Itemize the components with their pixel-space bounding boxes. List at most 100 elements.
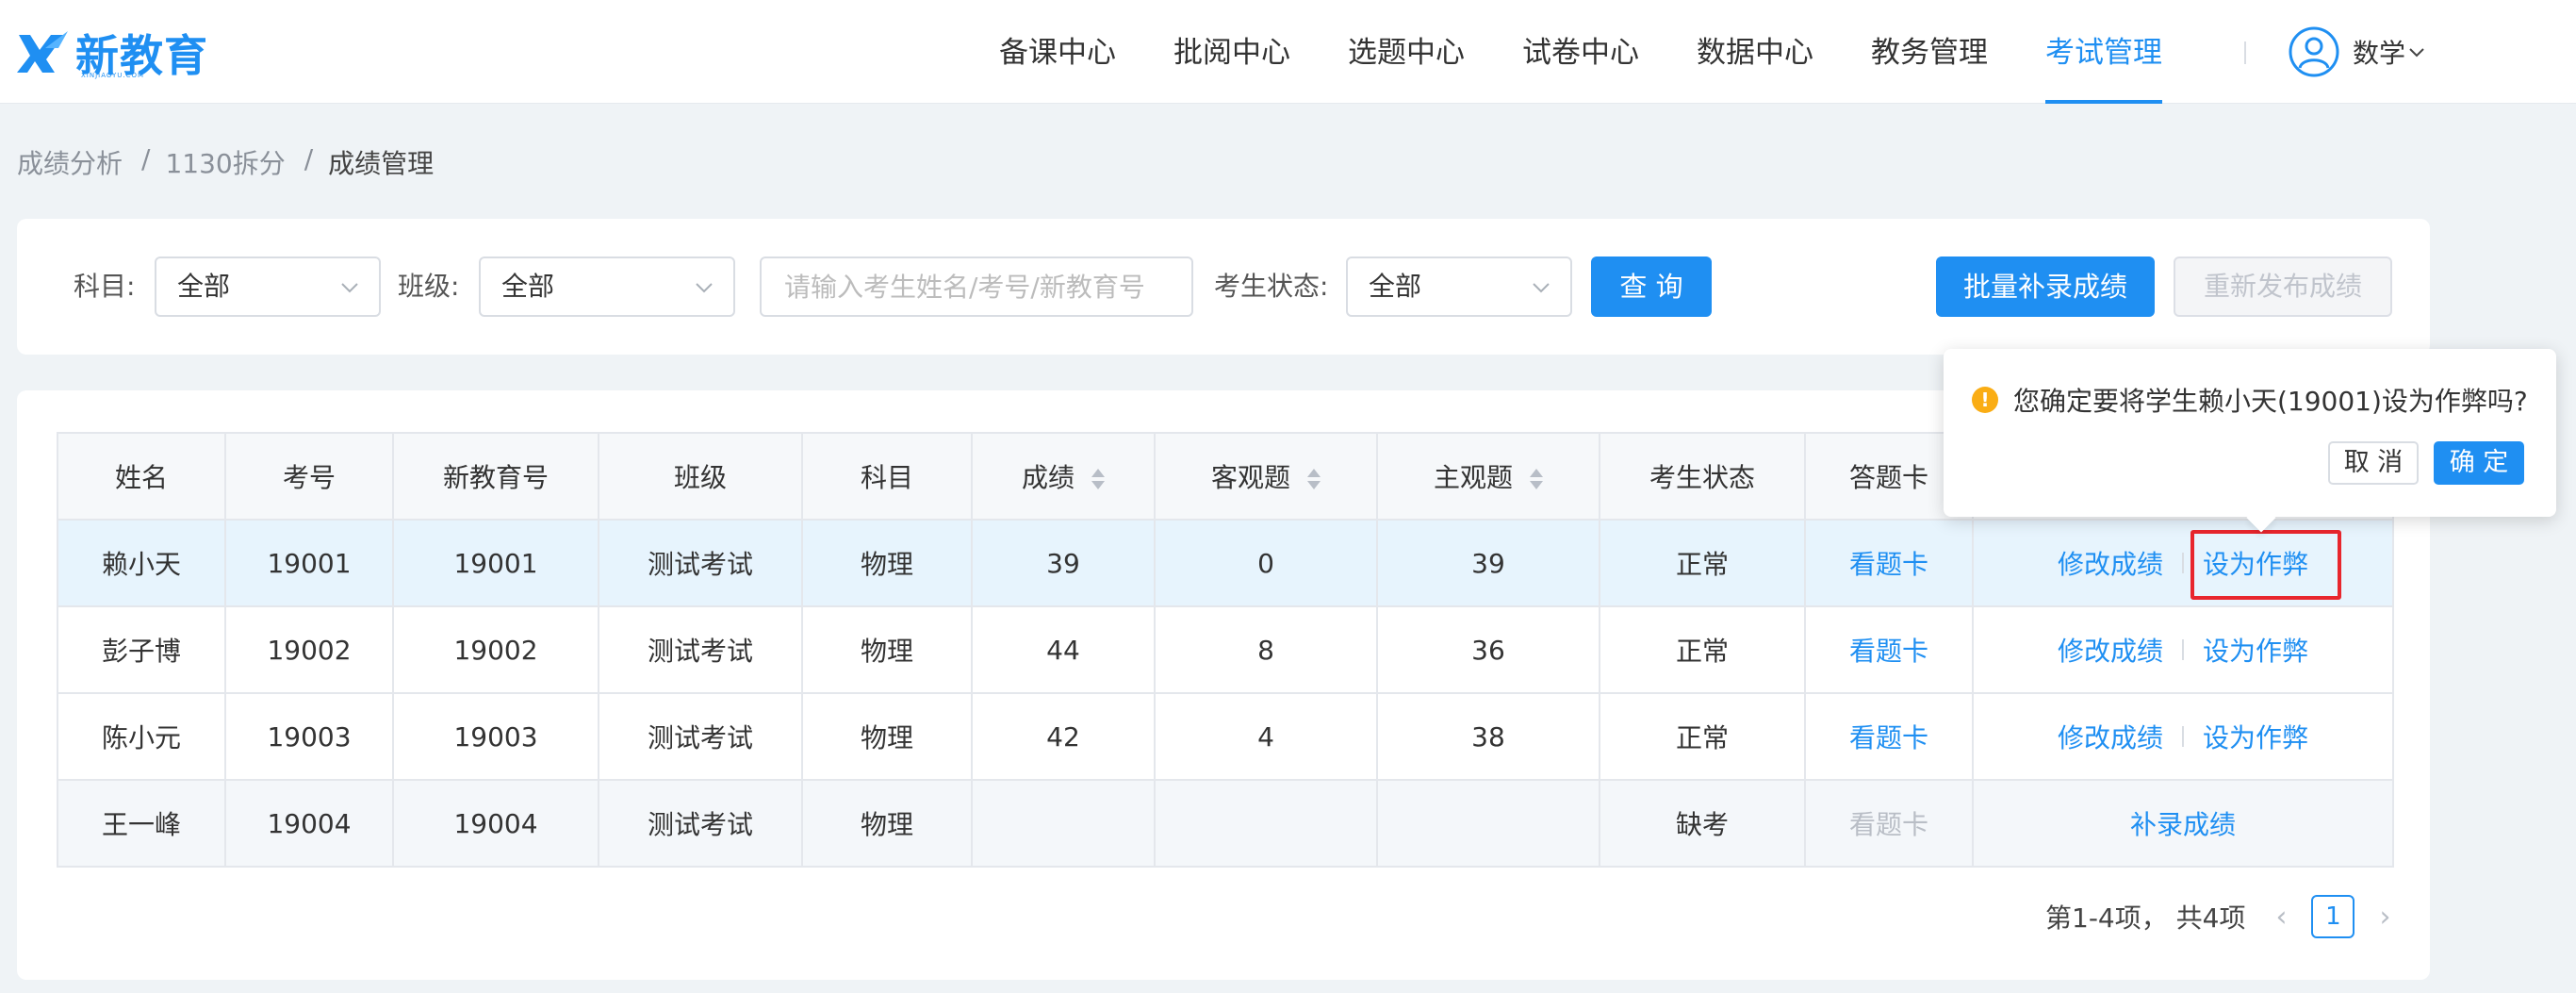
status-filter-label: 考生状态: bbox=[1214, 271, 1329, 302]
table-row: 王一峰 19004 19004 测试考试 物理 缺考 看题卡 补录成绩 bbox=[57, 779, 2394, 868]
cell-status: 正常 bbox=[1599, 692, 1806, 781]
nav-item-lesson-prep[interactable]: 备课中心 bbox=[999, 0, 1116, 104]
cell-name: 赖小天 bbox=[57, 519, 226, 607]
cell-objective: 0 bbox=[1154, 519, 1378, 607]
query-button[interactable]: 查 询 bbox=[1591, 257, 1712, 317]
confirm-message-row: ! 您确定要将学生赖小天(19001)设为作弊吗? bbox=[1972, 381, 2528, 419]
row-actions: 修改成绩 设为作弊 bbox=[1974, 631, 2392, 669]
class-select-value: 全部 bbox=[501, 271, 555, 302]
cell-answer-card: 看题卡 bbox=[1804, 519, 1974, 607]
nav-item-exam-management[interactable]: 考试管理 bbox=[2045, 0, 2162, 104]
cell-actions: 补录成绩 bbox=[1972, 779, 2394, 868]
class-select[interactable]: 全部 bbox=[479, 257, 735, 317]
warning-icon: ! bbox=[1972, 387, 1998, 413]
sort-icon[interactable] bbox=[1530, 467, 1543, 491]
cell-score: 44 bbox=[971, 605, 1156, 694]
header-subject: 科目 bbox=[801, 432, 973, 521]
cell-name: 王一峰 bbox=[57, 779, 226, 868]
cell-exam-no: 19001 bbox=[224, 519, 394, 607]
supplement-score-link[interactable]: 补录成绩 bbox=[2130, 809, 2236, 840]
subject-select-value: 全部 bbox=[177, 271, 231, 302]
logo-subtext: XINJIAOYU.COM bbox=[81, 72, 145, 79]
top-header: 新教育 XINJIAOYU.COM 备课中心 批阅中心 选题中心 试卷中心 数据… bbox=[0, 0, 2576, 104]
pagination-summary: 第1-4项， 共4项 bbox=[2045, 902, 2246, 934]
cell-edu-no: 19001 bbox=[392, 519, 599, 607]
sort-icon[interactable] bbox=[1307, 467, 1321, 491]
cell-actions: 修改成绩 设为作弊 bbox=[1972, 605, 2394, 694]
mark-cheating-link[interactable]: 设为作弊 bbox=[2203, 718, 2308, 755]
chevron-left-icon[interactable]: ‹ bbox=[2270, 901, 2292, 934]
chevron-down-icon bbox=[696, 283, 713, 293]
cell-subjective: 38 bbox=[1376, 692, 1600, 781]
confirm-button[interactable]: 确 定 bbox=[2434, 441, 2524, 485]
cell-subjective: 39 bbox=[1376, 519, 1600, 607]
chevron-down-icon bbox=[2409, 48, 2424, 58]
status-select-value: 全部 bbox=[1369, 271, 1422, 302]
mark-cheating-link[interactable]: 设为作弊 bbox=[2203, 631, 2308, 669]
nav-item-academic-admin[interactable]: 教务管理 bbox=[1871, 0, 1988, 104]
table-row: 彭子博 19002 19002 测试考试 物理 44 8 36 正常 看题卡 修… bbox=[57, 605, 2394, 694]
cell-status: 缺考 bbox=[1599, 779, 1806, 868]
breadcrumb: 成绩分析 / 1130拆分 / 成绩管理 bbox=[17, 143, 434, 181]
view-answer-card-link[interactable]: 看题卡 bbox=[1849, 549, 1928, 580]
header-objective-label: 客观题 bbox=[1210, 462, 1290, 493]
action-divider bbox=[2182, 726, 2184, 747]
breadcrumb-item-current: 成绩管理 bbox=[328, 148, 435, 179]
view-answer-card-link[interactable]: 看题卡 bbox=[1849, 722, 1928, 753]
edit-score-link[interactable]: 修改成绩 bbox=[2058, 544, 2163, 582]
nav-item-papers[interactable]: 试卷中心 bbox=[1522, 0, 1639, 104]
header-objective[interactable]: 客观题 bbox=[1154, 432, 1378, 521]
main-nav: 备课中心 批阅中心 选题中心 试卷中心 数据中心 教务管理 考试管理 bbox=[999, 0, 2220, 104]
header-score[interactable]: 成绩 bbox=[971, 432, 1156, 521]
cell-name: 陈小元 bbox=[57, 692, 226, 781]
table-row: 陈小元 19003 19003 测试考试 物理 42 4 38 正常 看题卡 修… bbox=[57, 692, 2394, 781]
filter-panel: 科目: 全部 班级: 全部 考生状态: 全部 查 询 批量补录成绩 重新发布成绩 bbox=[17, 219, 2430, 355]
status-select[interactable]: 全部 bbox=[1346, 257, 1572, 317]
nav-item-question-bank[interactable]: 选题中心 bbox=[1348, 0, 1465, 104]
user-menu[interactable]: 数学 bbox=[2289, 25, 2426, 79]
subject-select[interactable]: 全部 bbox=[155, 257, 381, 317]
breadcrumb-separator: / bbox=[141, 143, 151, 174]
chevron-right-icon[interactable]: › bbox=[2373, 901, 2396, 934]
nav-divider bbox=[2244, 41, 2246, 64]
cell-edu-no: 19003 bbox=[392, 692, 599, 781]
chevron-down-icon bbox=[1533, 283, 1550, 293]
cancel-button[interactable]: 取 消 bbox=[2328, 441, 2419, 485]
cell-subjective: 36 bbox=[1376, 605, 1600, 694]
cell-class: 测试考试 bbox=[598, 779, 803, 868]
republish-scores-button[interactable]: 重新发布成绩 bbox=[2174, 257, 2392, 317]
header-class: 班级 bbox=[598, 432, 803, 521]
cell-objective: 4 bbox=[1154, 692, 1378, 781]
subject-filter-label: 科目: bbox=[74, 271, 136, 302]
pagination-page-1[interactable]: 1 bbox=[2311, 895, 2355, 938]
action-divider bbox=[2182, 639, 2184, 660]
breadcrumb-item-exam[interactable]: 1130拆分 bbox=[165, 143, 285, 181]
confirm-message: 您确定要将学生赖小天(19001)设为作弊吗? bbox=[2013, 386, 2528, 417]
edit-score-link[interactable]: 修改成绩 bbox=[2058, 631, 2163, 669]
nav-item-data[interactable]: 数据中心 bbox=[1697, 0, 1813, 104]
edit-score-link[interactable]: 修改成绩 bbox=[2058, 718, 2163, 755]
logo[interactable]: 新教育 XINJIAOYU.COM bbox=[17, 25, 208, 81]
student-search-input[interactable] bbox=[760, 257, 1193, 317]
header-subjective[interactable]: 主观题 bbox=[1376, 432, 1600, 521]
cell-score: 39 bbox=[971, 519, 1156, 607]
view-answer-card-link[interactable]: 看题卡 bbox=[1849, 636, 1928, 667]
logo-mark-icon bbox=[17, 31, 68, 73]
batch-supplement-scores-button[interactable]: 批量补录成绩 bbox=[1936, 257, 2155, 317]
cell-score: 42 bbox=[971, 692, 1156, 781]
cell-status: 正常 bbox=[1599, 605, 1806, 694]
sort-icon[interactable] bbox=[1091, 467, 1105, 491]
nav-item-grading[interactable]: 批阅中心 bbox=[1173, 0, 1290, 104]
cell-exam-no: 19004 bbox=[224, 779, 394, 868]
cell-objective: 8 bbox=[1154, 605, 1378, 694]
cell-edu-no: 19002 bbox=[392, 605, 599, 694]
cell-answer-card: 看题卡 bbox=[1804, 779, 1974, 868]
cell-subject: 物理 bbox=[801, 692, 973, 781]
cell-name: 彭子博 bbox=[57, 605, 226, 694]
cell-subject: 物理 bbox=[801, 779, 973, 868]
cell-status: 正常 bbox=[1599, 519, 1806, 607]
header-status: 考生状态 bbox=[1599, 432, 1806, 521]
breadcrumb-item-score-analysis[interactable]: 成绩分析 bbox=[17, 143, 123, 181]
header-edu-no: 新教育号 bbox=[392, 432, 599, 521]
table-row: 赖小天 19001 19001 测试考试 物理 39 0 39 正常 看题卡 修… bbox=[57, 519, 2394, 607]
